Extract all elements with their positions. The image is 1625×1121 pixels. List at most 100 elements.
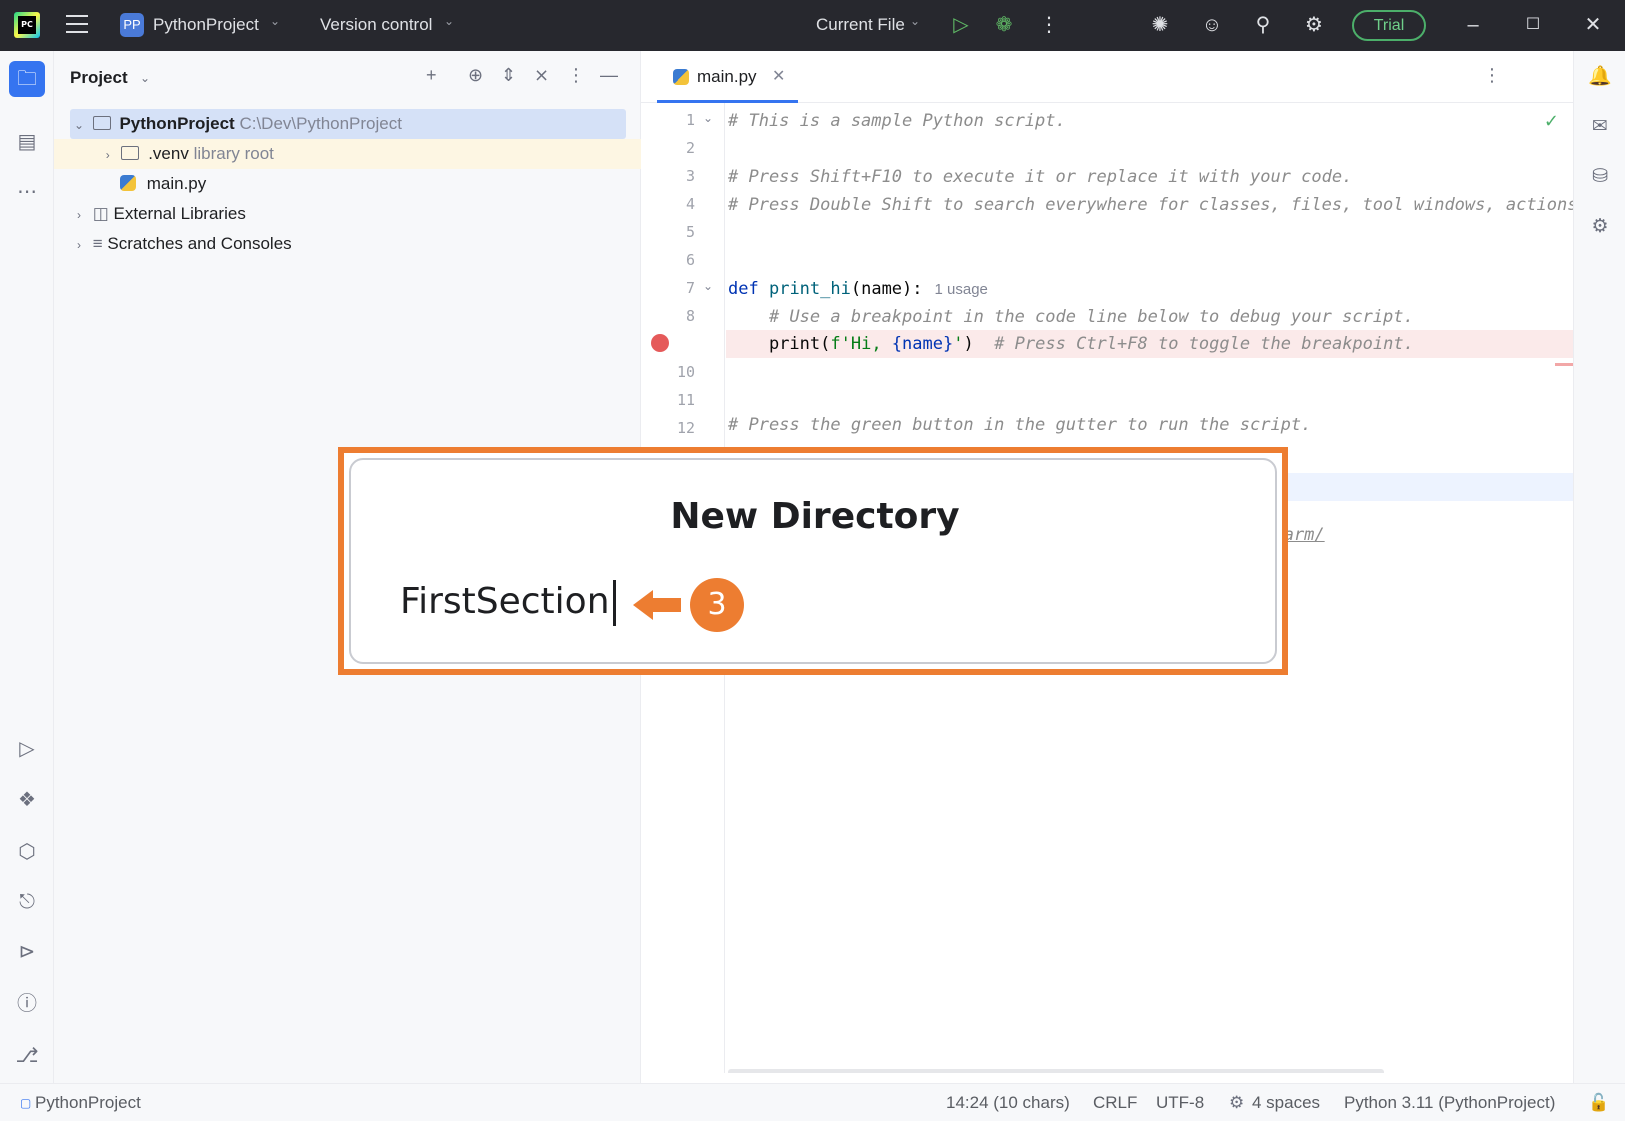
- line-separator[interactable]: CRLF: [1093, 1093, 1137, 1113]
- tree-item-external-libraries[interactable]: › ◫ External Libraries: [70, 199, 246, 229]
- code-call-close: ): [963, 334, 974, 354]
- add-user-icon[interactable]: ☺: [1199, 12, 1225, 38]
- tab-main-py[interactable]: main.py ✕: [657, 51, 798, 103]
- notifications-icon[interactable]: 🔔: [1586, 63, 1614, 91]
- code-params: (name):: [850, 279, 923, 299]
- line-number: 12: [676, 419, 695, 437]
- tree-item-main-py[interactable]: main.py: [120, 169, 206, 199]
- ai-assistant-icon[interactable]: ✺: [1147, 12, 1173, 38]
- project-root-name: PythonProject: [119, 114, 235, 133]
- indent-setting[interactable]: 4 spaces: [1252, 1093, 1320, 1113]
- close-tab-icon[interactable]: ✕: [772, 66, 785, 86]
- new-file-icon[interactable]: +: [426, 65, 437, 86]
- hamburger-menu-icon[interactable]: [66, 15, 88, 35]
- code-line: # Press Shift+F10 to execute it or repla…: [728, 167, 1353, 187]
- more-vertical-icon[interactable]: ⋮: [1036, 12, 1062, 38]
- debug-icon[interactable]: ❁: [991, 12, 1017, 38]
- scratches-label: Scratches and Consoles: [107, 234, 292, 253]
- no-problems-check-icon[interactable]: ✓: [1544, 111, 1559, 132]
- project-folder-icon[interactable]: 🗀: [9, 61, 45, 97]
- fold-icon[interactable]: ⌄: [703, 279, 713, 293]
- new-directory-dialog: New Directory FirstSection 3: [349, 458, 1277, 664]
- horizontal-scrollbar[interactable]: [728, 1069, 1384, 1073]
- tree-item-venv[interactable]: › .venv library root: [54, 139, 641, 169]
- dialog-title: New Directory: [670, 496, 960, 537]
- services-icon[interactable]: ⎋: [12, 887, 42, 917]
- breakpoint-icon[interactable]: [651, 334, 669, 352]
- caret-position[interactable]: 14:24 (10 chars): [946, 1093, 1070, 1113]
- tab-options-icon[interactable]: ⋮: [1483, 65, 1501, 86]
- chevron-down-icon[interactable]: ⌄: [70, 110, 88, 140]
- more-horizontal-icon[interactable]: ⋯: [12, 177, 42, 207]
- python-packages-icon[interactable]: ⬡: [12, 837, 42, 867]
- tree-item-project-root[interactable]: ⌄ PythonProject C:\Dev\PythonProject: [70, 109, 626, 139]
- chevron-down-icon[interactable]: ⌄: [270, 14, 280, 28]
- search-icon[interactable]: ⚲: [1250, 12, 1276, 38]
- usage-hint[interactable]: 1 usage: [935, 281, 988, 298]
- minimize-window-icon[interactable]: –: [1460, 12, 1486, 38]
- tutorial-highlight-frame: New Directory FirstSection 3: [338, 447, 1288, 675]
- collapse-all-icon[interactable]: ⨯: [534, 65, 549, 86]
- close-window-icon[interactable]: ✕: [1580, 12, 1606, 38]
- line-number: 1: [685, 111, 695, 129]
- line-number: 5: [685, 223, 695, 241]
- project-badge[interactable]: PP: [120, 13, 144, 37]
- fold-icon[interactable]: ⌄: [703, 111, 713, 125]
- python-console-icon[interactable]: ❖: [12, 785, 42, 815]
- status-project-name[interactable]: PythonProject: [35, 1093, 141, 1113]
- run-tool-icon[interactable]: ▷: [12, 734, 42, 764]
- expand-all-icon[interactable]: ⇕: [501, 65, 516, 86]
- version-control-menu[interactable]: Version control: [320, 15, 432, 35]
- run-icon[interactable]: ▷: [948, 12, 974, 38]
- project-square-icon: ▢: [20, 1096, 32, 1110]
- line-number: 8: [685, 307, 695, 325]
- chevron-right-icon[interactable]: ›: [70, 200, 88, 230]
- chevron-down-icon[interactable]: ⌄: [444, 14, 454, 28]
- code-line: # This is a sample Python script.: [728, 111, 1066, 131]
- chevron-down-icon[interactable]: ⌄: [910, 14, 920, 28]
- code-string: f'Hi,: [830, 334, 892, 354]
- ai-chat-icon[interactable]: ✉: [1586, 113, 1614, 141]
- right-tool-strip: 🔔 ✉ ⛁ ⚙: [1573, 51, 1625, 1083]
- lock-icon[interactable]: 🔓: [1588, 1093, 1609, 1113]
- chevron-right-icon[interactable]: ›: [70, 230, 88, 260]
- line-number: 7: [685, 279, 695, 297]
- indent-icon: ⚙: [1229, 1093, 1245, 1112]
- scratches-icon: ≡: [92, 234, 103, 253]
- line-number: 10: [676, 363, 695, 381]
- maximize-window-icon[interactable]: ☐: [1520, 12, 1546, 38]
- library-icon: ◫: [92, 204, 109, 223]
- code-keyword: def: [728, 279, 759, 299]
- run-configuration-selector[interactable]: Current File: [816, 15, 905, 35]
- project-switcher[interactable]: PythonProject: [153, 15, 259, 35]
- editor-tab-bar: main.py ✕ ⋮: [641, 51, 1573, 103]
- trial-button[interactable]: Trial: [1352, 10, 1426, 41]
- settings-gear-icon[interactable]: ⚙: [1301, 12, 1327, 38]
- structure-icon[interactable]: ▤: [12, 127, 42, 157]
- code-comment: # Press Ctrl+F8 to toggle the breakpoint…: [994, 334, 1414, 354]
- code-comment: # Use a breakpoint in the code line belo…: [768, 307, 1414, 327]
- database-icon[interactable]: ⛁: [1586, 163, 1614, 191]
- plugin-icon[interactable]: ⚙: [1586, 213, 1614, 241]
- code-line: # Press Double Shift to search everywher…: [728, 195, 1573, 215]
- line-number: 3: [685, 167, 695, 185]
- locate-icon[interactable]: ⊕: [468, 65, 483, 86]
- step-number-badge: 3: [690, 578, 744, 632]
- hide-panel-icon[interactable]: —: [600, 65, 618, 86]
- project-panel-title[interactable]: Project: [70, 68, 128, 88]
- directory-name-input[interactable]: FirstSection: [400, 580, 616, 626]
- python-file-icon: [120, 175, 136, 191]
- git-icon[interactable]: ⎇: [12, 1041, 42, 1071]
- tree-item-scratches[interactable]: › ≡ Scratches and Consoles: [70, 229, 292, 259]
- chevron-down-icon[interactable]: ⌄: [140, 71, 150, 85]
- chevron-right-icon[interactable]: ›: [99, 140, 117, 170]
- code-line: def print_hi(name): 1 usage: [728, 275, 988, 303]
- terminal-icon[interactable]: ⊳: [12, 937, 42, 967]
- options-icon[interactable]: ⋮: [567, 65, 585, 86]
- problems-icon[interactable]: ⓘ: [12, 989, 42, 1019]
- folder-icon: [121, 146, 140, 160]
- code-function-name: print_hi: [768, 279, 851, 299]
- file-encoding[interactable]: UTF-8: [1156, 1093, 1204, 1113]
- error-stripe-mark[interactable]: [1555, 363, 1573, 366]
- python-interpreter[interactable]: Python 3.11 (PythonProject): [1344, 1093, 1555, 1113]
